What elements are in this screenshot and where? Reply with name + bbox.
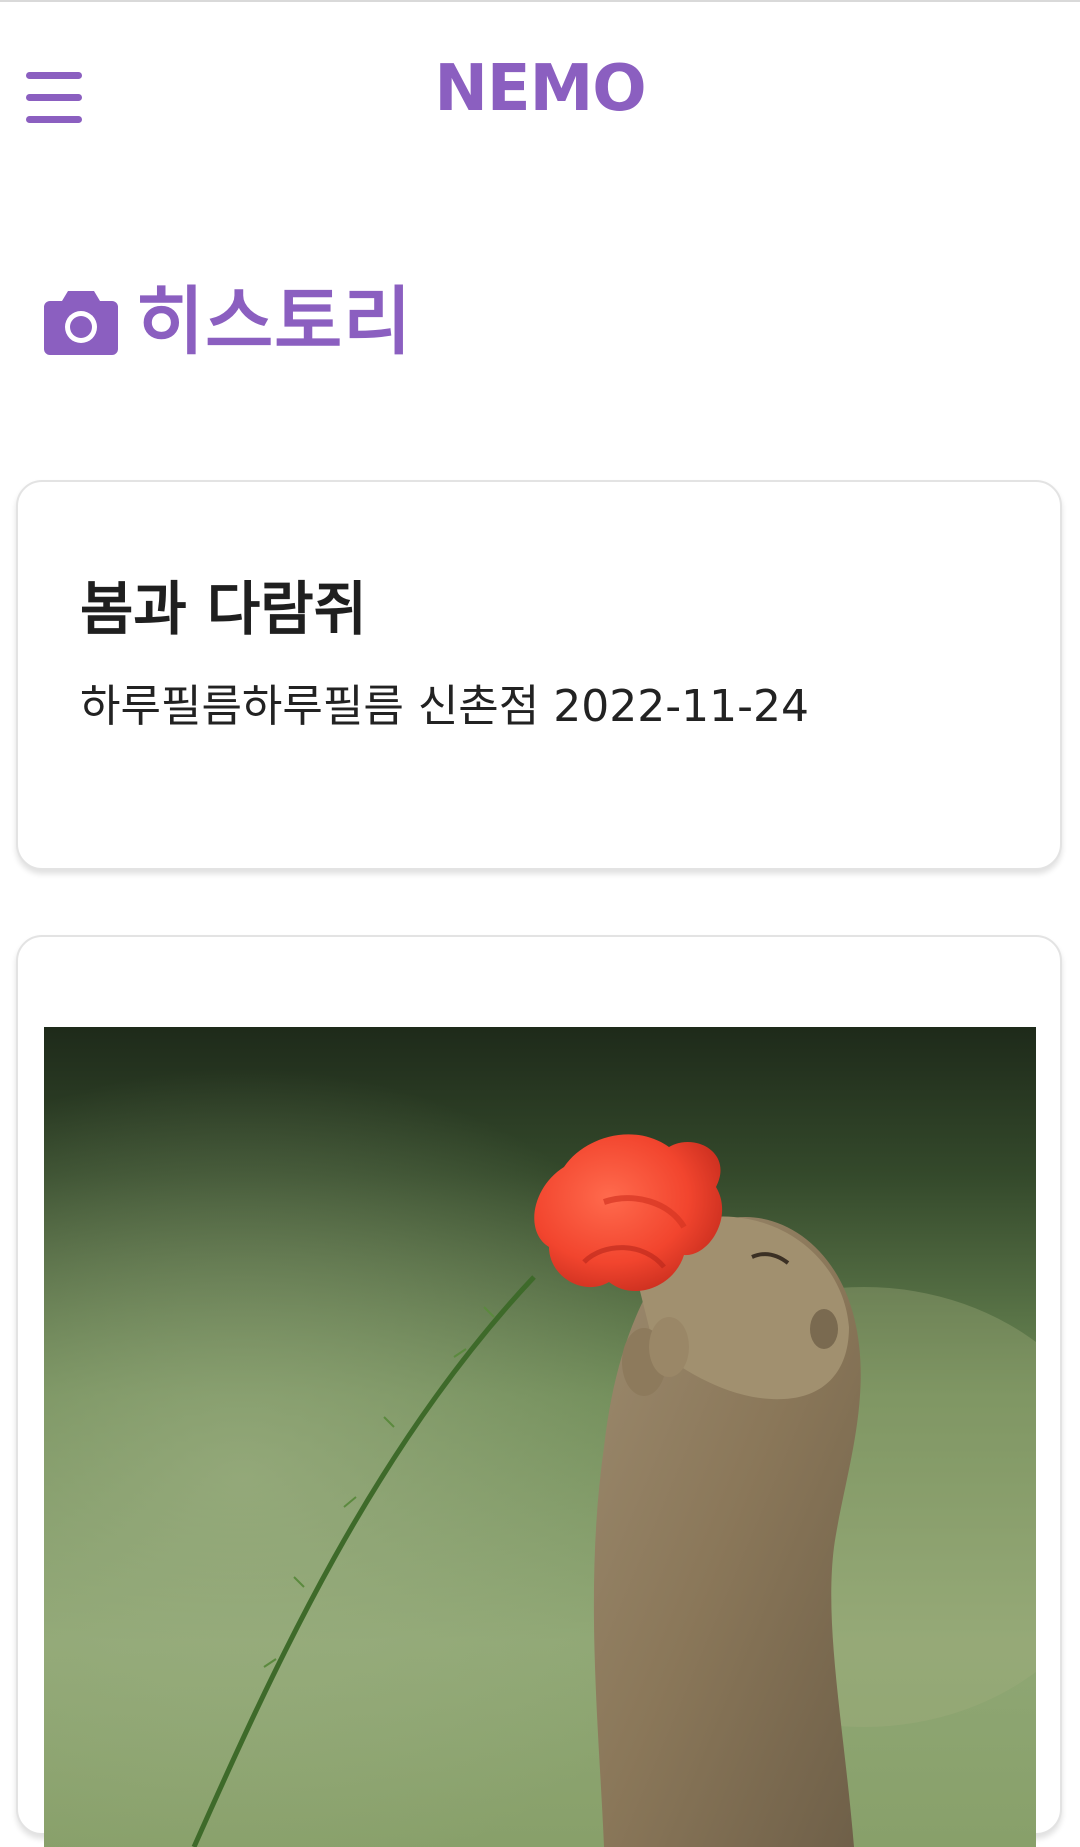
history-card-title: 봄과 다람쥐 (80, 575, 367, 643)
history-photo[interactable] (44, 1027, 1036, 1847)
history-card-subtitle: 하루필름하루필름 신촌점 2022-11-24 (80, 670, 809, 734)
camera-icon (44, 291, 118, 355)
app-title: NEMO (434, 52, 646, 126)
app-header: NEMO (0, 2, 1080, 182)
section-title: 히스토리 (136, 278, 413, 365)
section-heading: 히스토리 (44, 270, 412, 365)
photo-card[interactable] (16, 935, 1062, 1847)
history-card-place: 하루필름하루필름 신촌점 (80, 681, 540, 732)
history-card-date: 2022-11-24 (553, 681, 809, 732)
history-card[interactable]: 봄과 다람쥐 하루필름하루필름 신촌점 2022-11-24 (16, 480, 1062, 870)
photo-squirrel-with-red-poppy (44, 1027, 1036, 1847)
